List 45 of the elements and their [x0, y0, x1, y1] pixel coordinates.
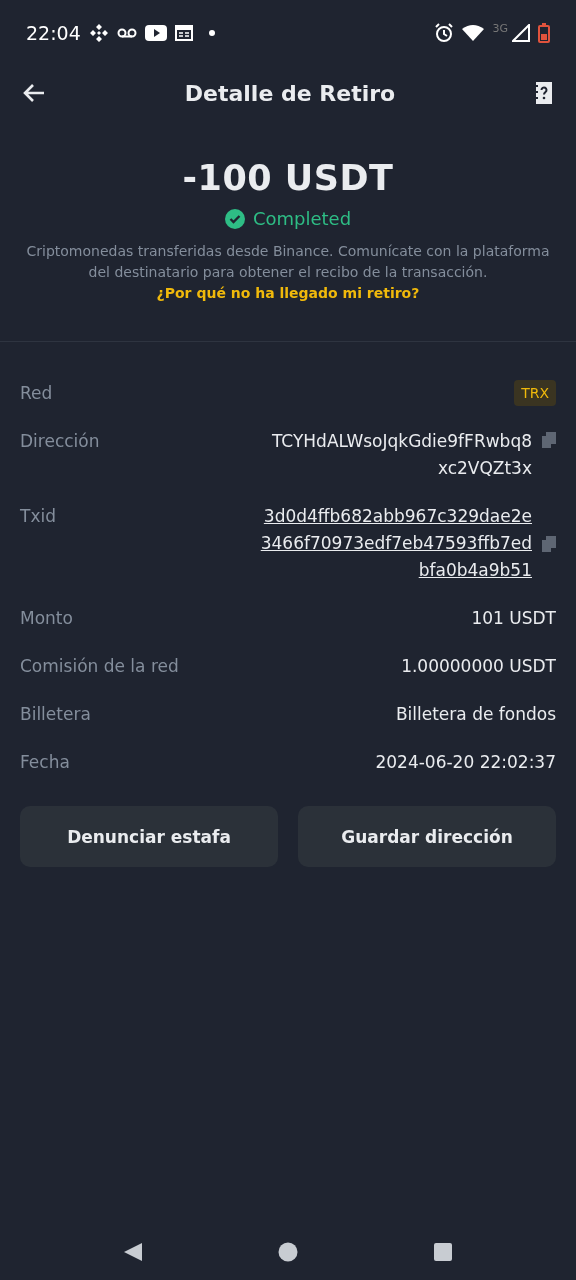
network-type: 3G	[492, 22, 508, 35]
txid-link[interactable]: 3d0d4ffb682abb967c329dae2e 3466f70973edf7eb47593ffb7ed bfa0b4a9b51	[260, 503, 532, 584]
check-circle-icon	[224, 208, 245, 229]
detail-value: 2024-06-20 22:02:37	[375, 751, 556, 774]
back-arrow-icon	[22, 83, 46, 103]
voicemail-icon	[116, 27, 137, 39]
signal-icon	[512, 24, 530, 42]
detail-label: Txid	[20, 505, 56, 528]
back-button[interactable]	[123, 1242, 143, 1262]
detail-label: Red	[20, 382, 53, 405]
alarm-icon	[434, 23, 455, 43]
detail-value: 101 USDT	[471, 607, 556, 630]
newspaper-icon	[174, 25, 193, 41]
help-link[interactable]: ¿Por qué no ha llegado mi retiro?	[156, 285, 420, 301]
detail-value: TCYHdALWsoJqkGdie9fFRwbq8 xc2VQZt3x	[272, 430, 532, 480]
recents-icon	[433, 1242, 453, 1262]
help-button[interactable]	[534, 81, 554, 105]
detail-label: Dirección	[20, 430, 100, 453]
back-icon	[123, 1242, 143, 1262]
action-button[interactable]: Denunciar estafa	[20, 806, 278, 867]
info-paragraph: Criptomonedas transferidas desde Binance. Comunícate con la plataforma del destinatario para obtener el recibo de la transacción.	[25, 242, 551, 282]
detail-label: Monto	[20, 607, 73, 630]
copy-icon[interactable]	[542, 432, 556, 448]
page-title: Detalle de Retiro	[183, 80, 397, 106]
help-document-icon	[534, 81, 554, 105]
clock-time: 22:04	[26, 22, 81, 44]
detail-value: 1.00000000 USDT	[401, 655, 556, 678]
back-button[interactable]	[22, 83, 46, 103]
action-button[interactable]: Guardar dirección	[298, 806, 556, 867]
withdrawal-amount: -100 USDT	[182, 158, 394, 198]
home-icon	[278, 1242, 298, 1262]
dot-icon	[208, 30, 215, 36]
home-button[interactable]	[278, 1242, 298, 1262]
recents-button[interactable]	[433, 1242, 453, 1262]
detail-label: Fecha	[20, 751, 70, 774]
detail-label: Billetera	[20, 703, 91, 726]
copy-icon[interactable]	[542, 535, 556, 552]
diamond-logo-icon	[88, 23, 109, 43]
network-badge: TRX	[514, 380, 556, 406]
wifi-icon	[462, 25, 485, 41]
play-icon	[144, 25, 167, 41]
battery-icon	[538, 23, 550, 43]
detail-value: Billetera de fondos	[395, 703, 556, 726]
status-text: Completed	[252, 208, 352, 229]
detail-label: Comisión de la red	[20, 655, 179, 678]
